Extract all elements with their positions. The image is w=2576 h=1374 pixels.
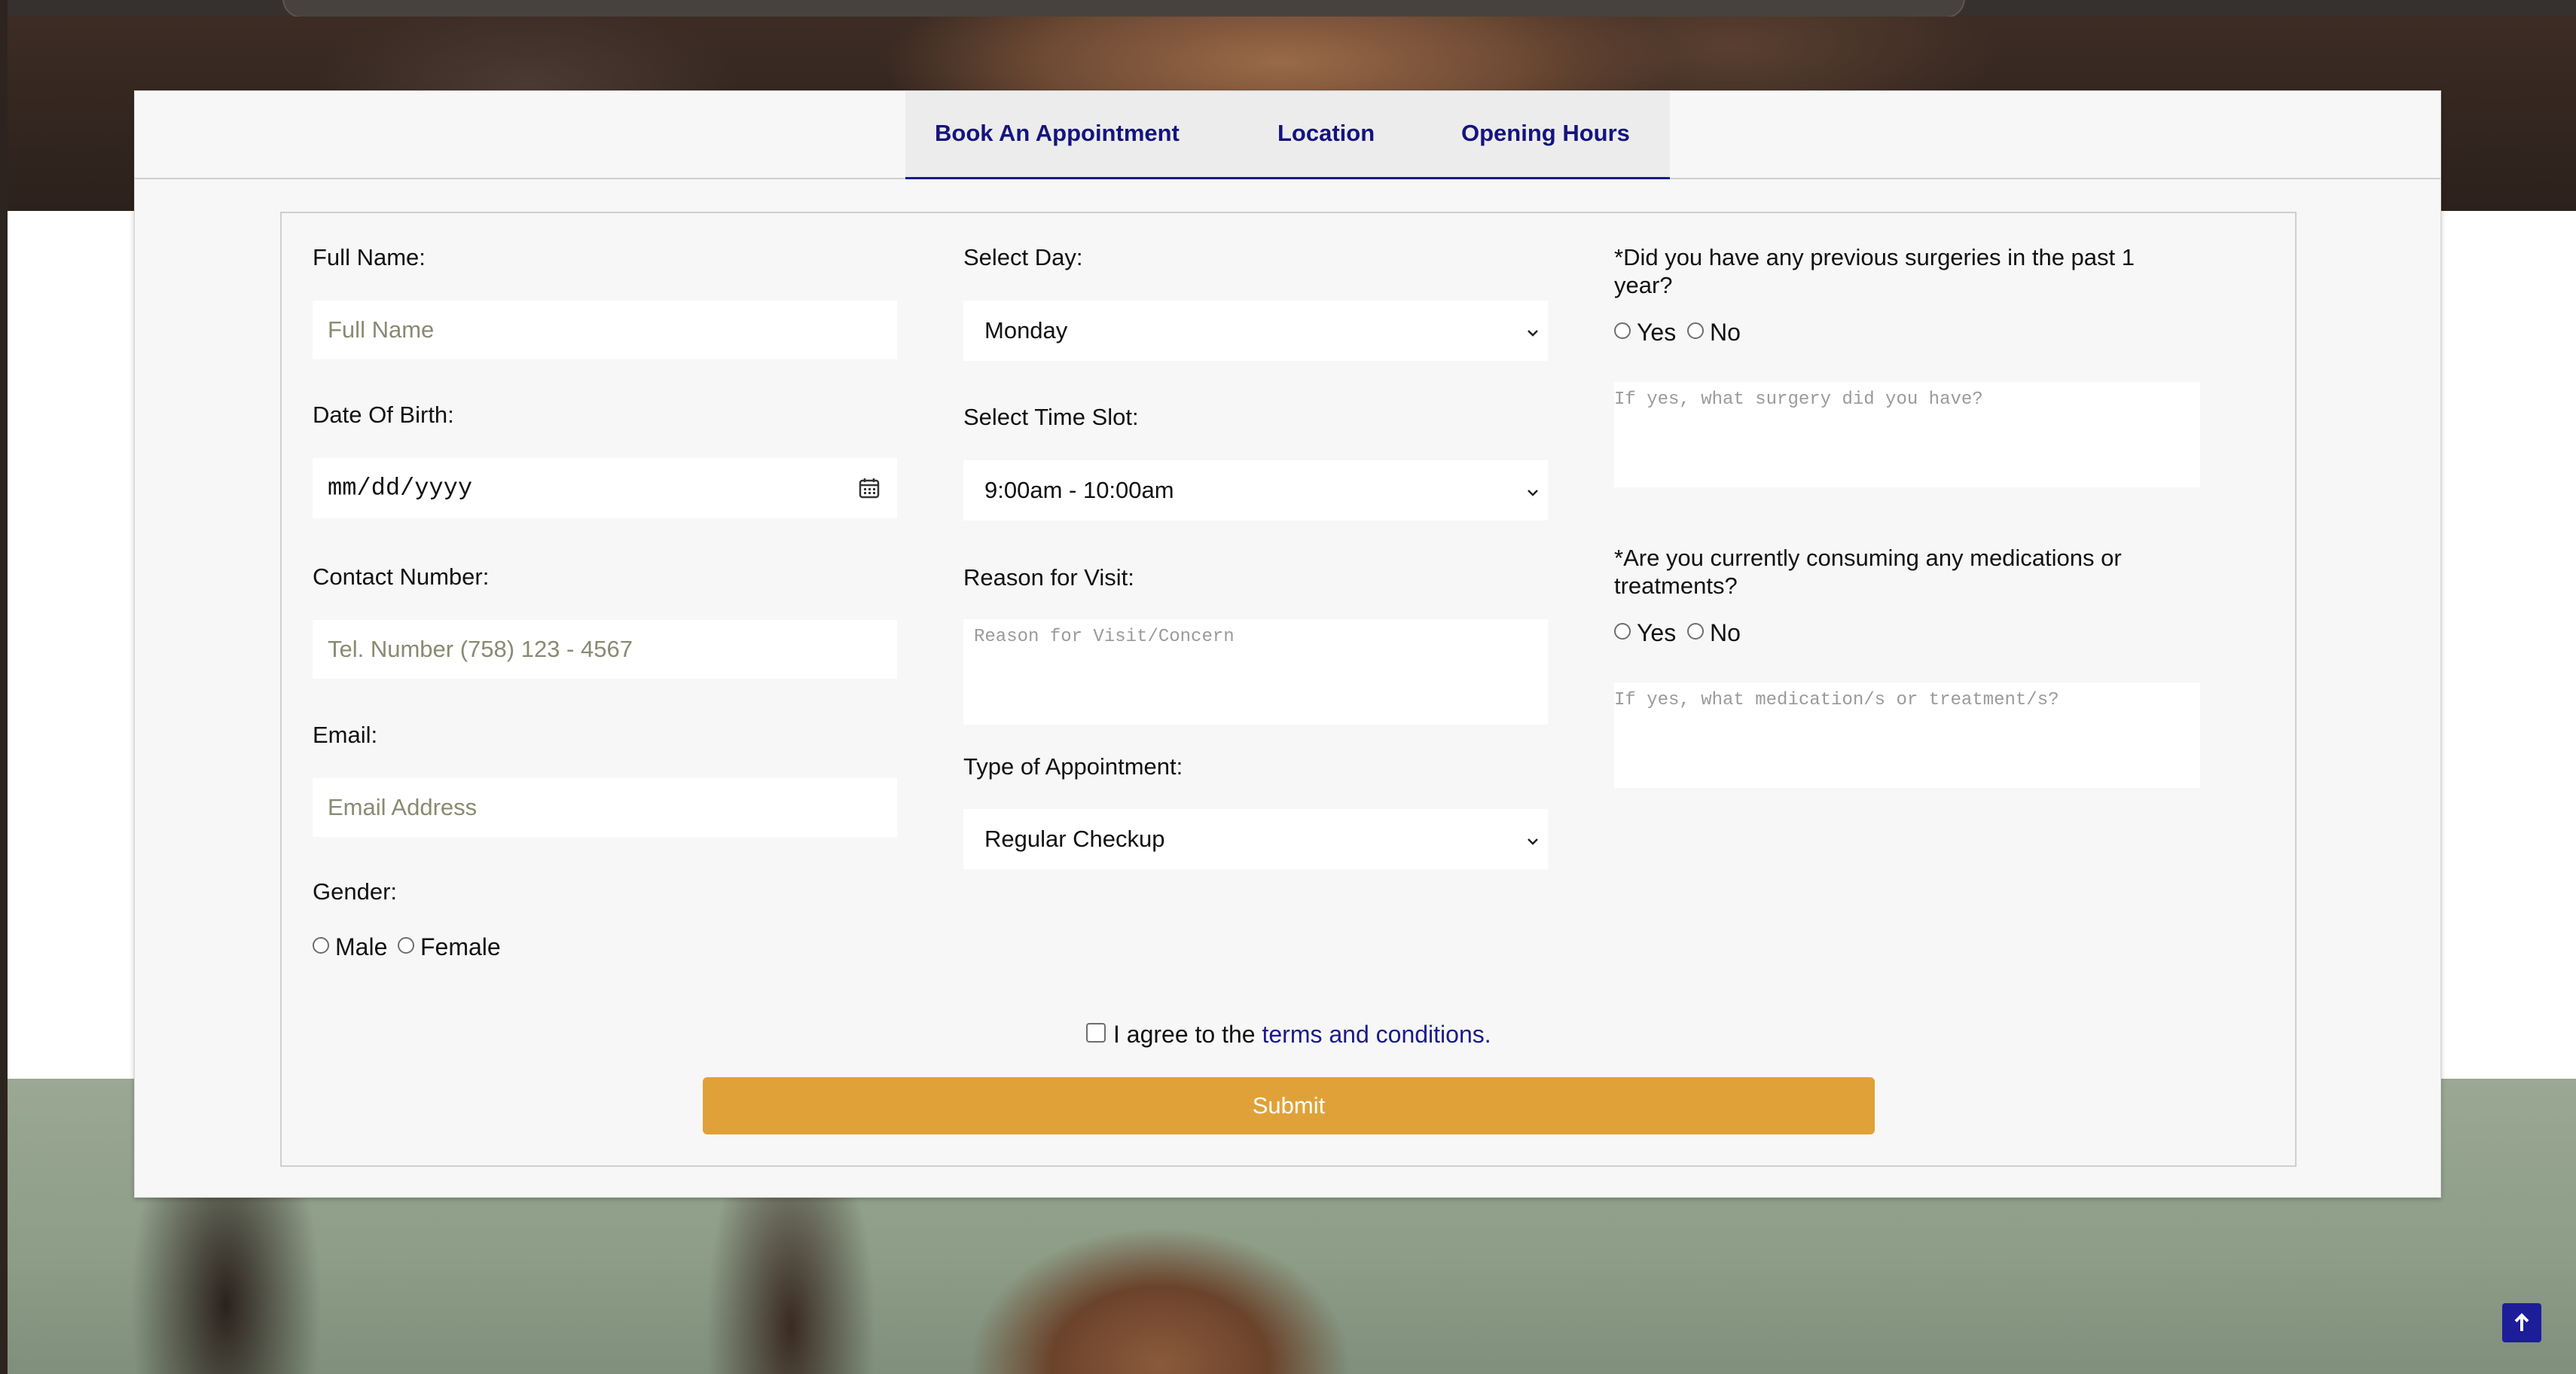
tab-group: Book An Appointment Location Opening Hou… [905, 91, 1670, 179]
browser-toolbar [0, 0, 2576, 18]
contact-number-label: Contact Number: [313, 563, 490, 590]
email-input[interactable] [313, 778, 897, 837]
agree-checkbox[interactable] [1086, 1023, 1106, 1043]
tab-bar: Book An Appointment Location Opening Hou… [135, 91, 2440, 179]
scroll-to-top-button[interactable] [2502, 1303, 2541, 1342]
gender-label: Gender: [313, 878, 398, 905]
date-of-birth-input[interactable]: mm/dd/yyyy [313, 458, 897, 518]
agree-text: I agree to the terms and conditions. [1113, 1021, 1491, 1049]
gender-male-radio[interactable] [313, 937, 329, 954]
appointment-type-dropdown[interactable]: Regular Checkup [963, 809, 1548, 869]
medication-no-label: No [1710, 619, 1741, 646]
select-day-value: Monday [984, 317, 1068, 344]
surgery-details-textarea[interactable] [1614, 382, 2200, 487]
select-day-label: Select Day: [963, 244, 1083, 270]
gender-female-radio[interactable] [398, 937, 414, 954]
chevron-down-icon [1525, 826, 1540, 853]
chevron-down-icon [1525, 317, 1540, 344]
medication-details-textarea[interactable] [1614, 682, 2200, 788]
submit-button[interactable]: Submit [703, 1077, 1875, 1134]
medication-question-line-2: treatments? [1614, 572, 1738, 599]
browser-address-bar[interactable] [282, 0, 1965, 18]
medication-yes-label: Yes [1637, 619, 1677, 646]
appointment-type-value: Regular Checkup [984, 826, 1165, 852]
arrow-up-icon [2512, 1312, 2532, 1337]
calendar-icon[interactable] [858, 477, 881, 499]
surgery-no-radio[interactable] [1687, 322, 1704, 339]
date-of-birth-label: Date Of Birth: [313, 402, 454, 428]
reason-label: Reason for Visit: [963, 564, 1134, 591]
date-placeholder: mm/dd/yyyy [328, 474, 473, 502]
tab-location[interactable]: Location [1277, 120, 1375, 147]
full-name-input[interactable] [313, 301, 897, 359]
reason-textarea[interactable] [963, 619, 1548, 725]
contact-number-input[interactable] [313, 620, 897, 679]
time-slot-value: 9:00am - 10:00am [984, 477, 1174, 503]
select-day-dropdown[interactable]: Monday [963, 301, 1548, 361]
chevron-down-icon [1525, 477, 1540, 504]
surgery-yes-radio[interactable] [1614, 322, 1631, 339]
medication-yes-radio[interactable] [1614, 623, 1631, 640]
time-slot-dropdown[interactable]: 9:00am - 10:00am [963, 460, 1548, 521]
full-name-label: Full Name: [313, 244, 426, 270]
tab-opening-hours[interactable]: Opening Hours [1461, 120, 1630, 147]
surgery-yes-label: Yes [1637, 319, 1677, 346]
time-slot-label: Select Time Slot: [963, 404, 1139, 430]
medication-no-radio[interactable] [1687, 623, 1704, 640]
email-label: Email: [313, 722, 378, 748]
terms-link[interactable]: terms and conditions. [1262, 1021, 1491, 1048]
surgery-no-label: No [1710, 319, 1741, 346]
surgery-question-line-1: *Did you have any previous surgeries in … [1614, 244, 2135, 270]
gender-male-label: Male [335, 933, 388, 960]
medication-question-line-1: *Are you currently consuming any medicat… [1614, 545, 2122, 571]
surgery-question-line-2: year? [1614, 272, 1673, 298]
appointment-type-label: Type of Appointment: [963, 753, 1183, 780]
gender-female-label: Female [420, 933, 501, 960]
booking-card: Book An Appointment Location Opening Hou… [134, 90, 2441, 1198]
tab-book-appointment[interactable]: Book An Appointment [935, 120, 1180, 147]
agree-prefix: I agree to the [1113, 1021, 1262, 1048]
page-edge [0, 0, 8, 1374]
